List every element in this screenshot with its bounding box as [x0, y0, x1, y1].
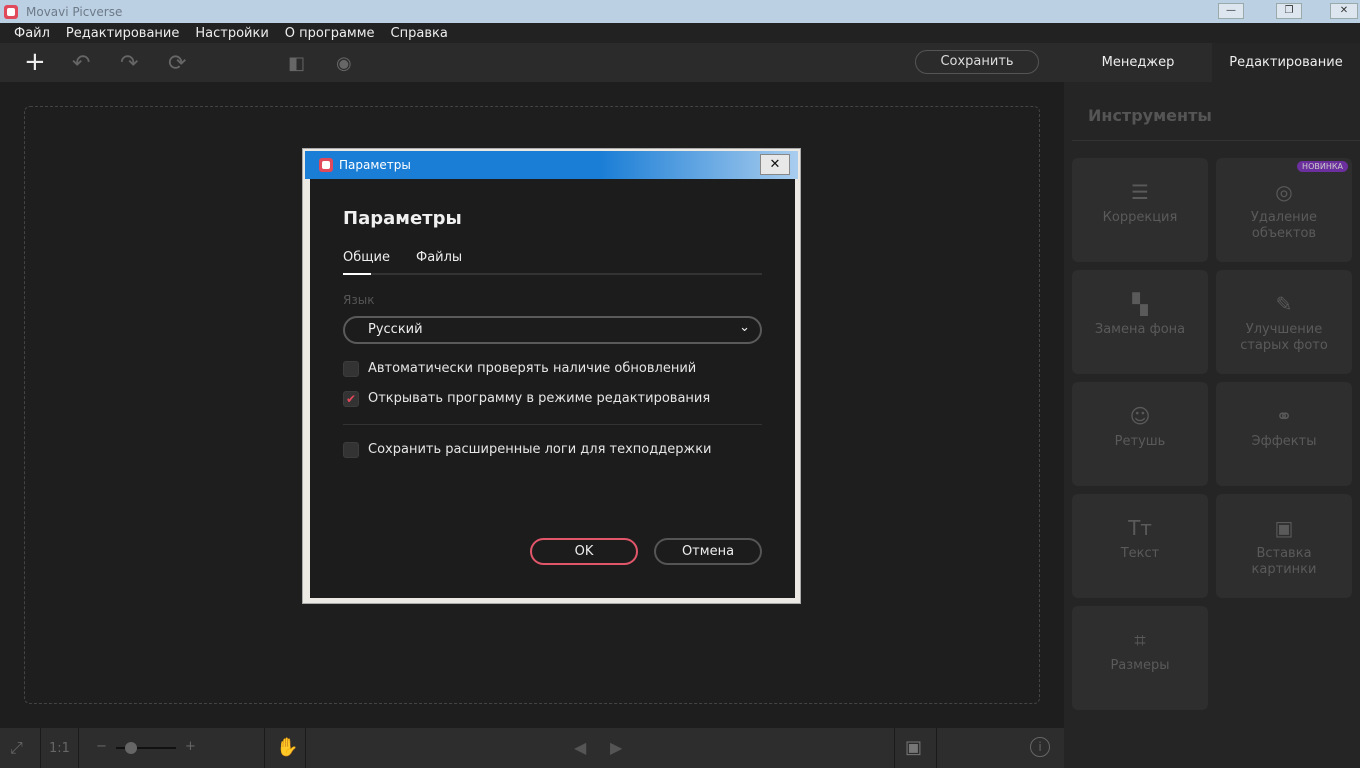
reset-icon[interactable]: ⟳ — [168, 51, 186, 76]
tool-label: Удаление объектов — [1250, 210, 1318, 241]
ok-button[interactable]: OK — [530, 538, 638, 565]
add-icon[interactable]: + — [24, 47, 46, 77]
tool-card[interactable]: ▚ Замена фона — [1072, 270, 1208, 374]
tool-label: Размеры — [1110, 658, 1170, 673]
chevron-down-icon: ⌄ — [739, 320, 750, 335]
compare-icon[interactable]: ◧ — [288, 53, 305, 74]
menu-bar: Файл Редактирование Настройки О программ… — [0, 23, 1360, 43]
actual-size-button[interactable]: 1:1 — [49, 741, 70, 756]
face-icon: ☺ — [1129, 404, 1151, 428]
tool-label: Текст — [1120, 546, 1160, 561]
tools-title: Инструменты — [1088, 106, 1212, 125]
zoom-slider-handle[interactable] — [125, 742, 137, 754]
language-value: Русский — [368, 322, 423, 337]
hand-icon[interactable]: ✋ — [276, 737, 298, 758]
tool-label: Ретушь — [1114, 434, 1166, 449]
zoom-out-button[interactable]: − — [96, 739, 107, 754]
save-button[interactable]: Сохранить — [915, 50, 1039, 74]
tool-label: Вставка картинки — [1251, 546, 1317, 577]
magic-wand-icon: ✎ — [1275, 292, 1293, 316]
tool-card[interactable]: ▣ Вставка картинки — [1216, 494, 1352, 598]
dialog-titlebar: Параметры ✕ — [305, 151, 798, 179]
checkmark-icon: ✔ — [345, 392, 357, 406]
tool-card[interactable]: ☺ Ретушь — [1072, 382, 1208, 486]
dialog-window-title: Параметры — [339, 158, 411, 172]
cancel-button[interactable]: Отмена — [654, 538, 762, 565]
tool-label: Замена фона — [1094, 322, 1186, 337]
app-icon — [4, 4, 18, 19]
background-icon: ▚ — [1132, 292, 1148, 316]
app-icon — [319, 158, 333, 172]
dialog-close-button[interactable]: ✕ — [760, 154, 790, 175]
divider — [1072, 140, 1360, 141]
menu-help[interactable]: Справка — [391, 26, 448, 41]
menu-edit[interactable]: Редактирование — [66, 26, 179, 41]
tool-label: Эффекты — [1251, 434, 1317, 449]
bottom-bar: ⤢ 1:1 − + ✋ ◀ ▶ ▣ — [0, 728, 1064, 768]
active-tab-indicator — [343, 273, 371, 275]
next-icon[interactable]: ▶ — [610, 738, 622, 757]
undo-icon[interactable]: ↶ — [72, 51, 90, 76]
tool-card[interactable]: ✎ Улучшение старых фото — [1216, 270, 1352, 374]
tab-editing[interactable]: Редактирование — [1212, 43, 1360, 82]
menu-file[interactable]: Файл — [14, 26, 50, 41]
tool-card[interactable]: Tт Текст — [1072, 494, 1208, 598]
crop-icon: ⌗ — [1134, 628, 1146, 652]
bottom-panel-bar: i — [1030, 728, 1360, 768]
settings-dialog: Параметры ✕ Параметры Общие Файлы Язык Р… — [302, 148, 801, 604]
divider — [343, 424, 762, 425]
circles-icon: ⚭ — [1275, 404, 1293, 428]
tool-card[interactable]: ☰ Коррекция — [1072, 158, 1208, 262]
open-in-edit-checkbox[interactable]: ✔ — [343, 391, 359, 407]
window-title: Movavi Picverse — [26, 4, 123, 19]
extended-logs-checkbox[interactable] — [343, 442, 359, 458]
tool-card[interactable]: НОВИНКА ◎ Удаление объектов — [1216, 158, 1352, 262]
tool-label: Улучшение старых фото — [1240, 322, 1328, 353]
menu-about[interactable]: О программе — [285, 26, 375, 41]
image-icon[interactable]: ▣ — [905, 737, 922, 758]
tool-card[interactable]: ⌗ Размеры — [1072, 606, 1208, 710]
language-label: Язык — [343, 293, 375, 307]
tab-general[interactable]: Общие — [343, 250, 390, 265]
language-select[interactable]: Русский ⌄ — [343, 316, 762, 344]
maximize-button[interactable]: ❐ — [1276, 3, 1302, 19]
preview-eye-icon[interactable]: ◉ — [336, 53, 352, 74]
tab-files[interactable]: Файлы — [416, 250, 462, 265]
text-icon: Tт — [1128, 516, 1152, 540]
minimize-button[interactable]: — — [1218, 3, 1244, 19]
previous-icon[interactable]: ◀ — [574, 738, 586, 757]
sliders-icon: ☰ — [1131, 180, 1149, 204]
window-titlebar: Movavi Picverse — ❐ ✕ — [0, 0, 1360, 23]
info-icon[interactable]: i — [1030, 737, 1050, 757]
image-icon: ▣ — [1274, 516, 1294, 540]
close-button[interactable]: ✕ — [1330, 3, 1358, 19]
new-badge: НОВИНКА — [1297, 161, 1348, 172]
auto-update-label: Автоматически проверять наличие обновлен… — [368, 361, 697, 376]
extended-logs-label: Сохранить расширенные логи для техподдер… — [368, 442, 712, 457]
tool-card[interactable]: ⚭ Эффекты — [1216, 382, 1352, 486]
open-in-edit-label: Открывать программу в режиме редактирова… — [368, 391, 711, 406]
tab-manager[interactable]: Менеджер — [1080, 43, 1196, 82]
menu-settings[interactable]: Настройки — [195, 26, 268, 41]
zoom-in-button[interactable]: + — [185, 739, 196, 754]
redo-icon[interactable]: ↷ — [120, 51, 138, 76]
auto-update-checkbox[interactable] — [343, 361, 359, 377]
fit-screen-icon[interactable]: ⤢ — [10, 738, 23, 758]
tool-label: Коррекция — [1102, 210, 1178, 225]
dialog-heading: Параметры — [343, 208, 462, 229]
cursor-target-icon: ◎ — [1275, 180, 1293, 204]
tabs-divider — [343, 273, 762, 275]
